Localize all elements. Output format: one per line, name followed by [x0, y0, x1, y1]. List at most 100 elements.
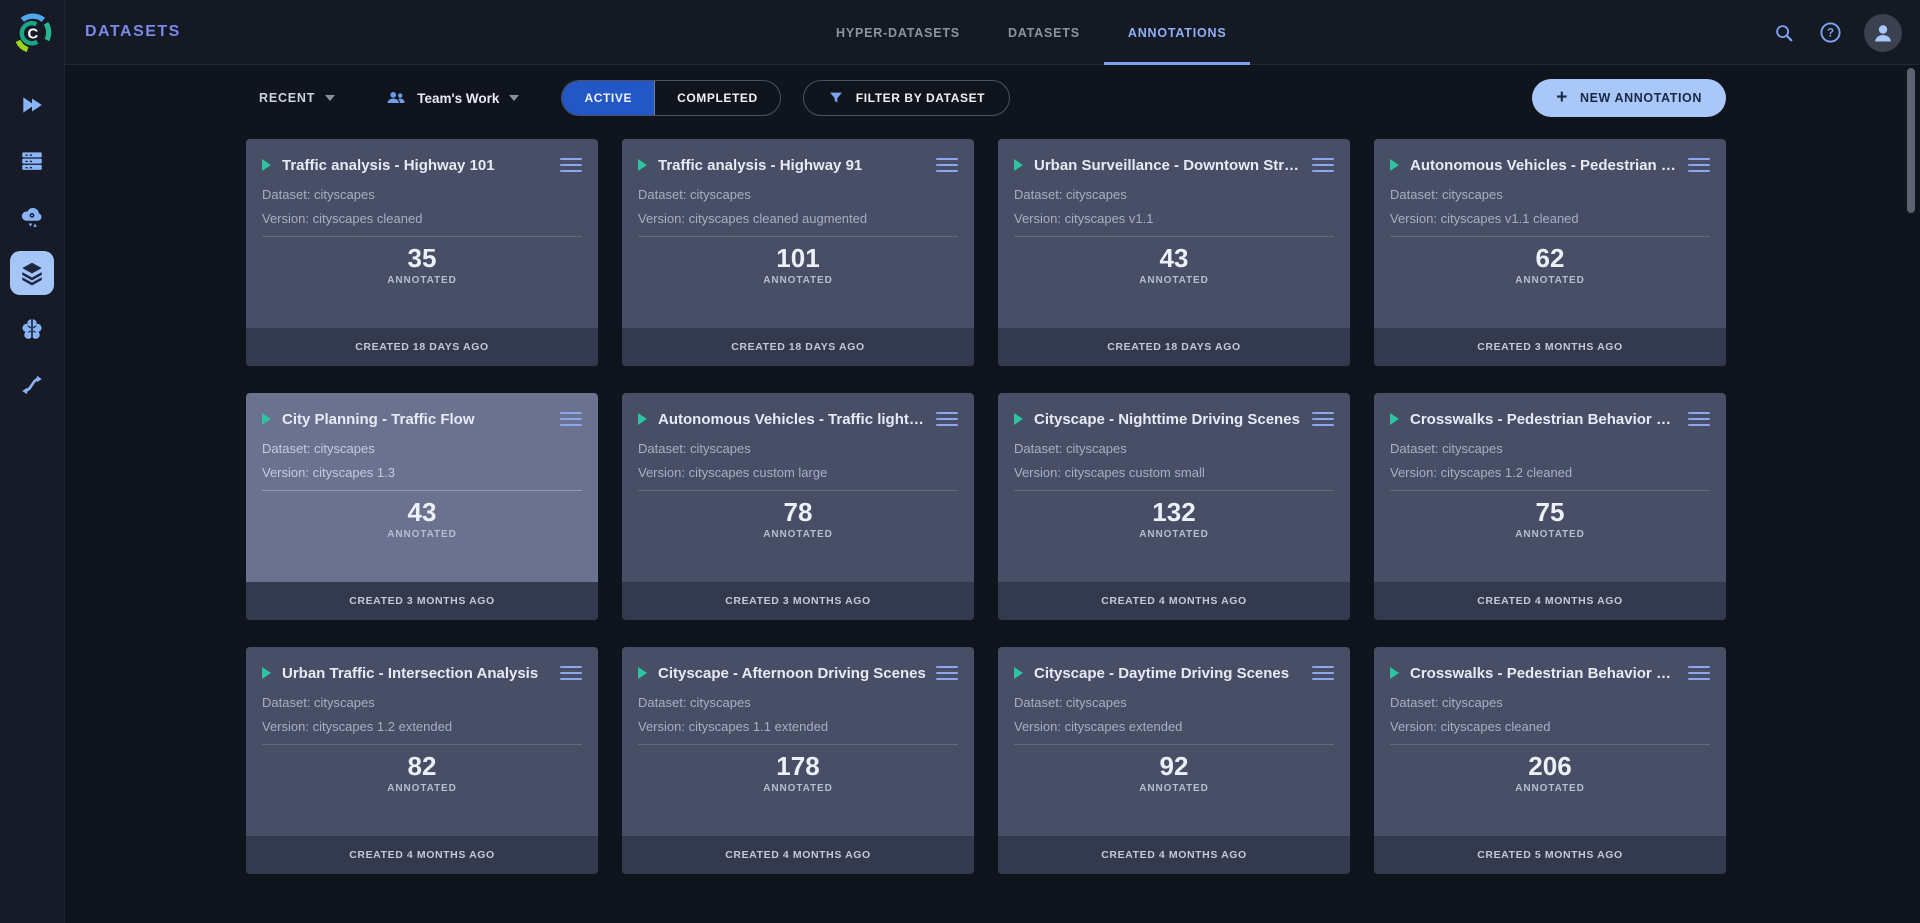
- annotation-card[interactable]: Traffic analysis - Highway 91 Dataset: c…: [622, 139, 974, 366]
- dataset-prefix: Dataset:: [1014, 695, 1062, 710]
- version-value: cityscapes custom small: [1065, 465, 1205, 480]
- card-version-line: Version: cityscapes v1.1 cleaned: [1390, 211, 1710, 226]
- annotation-card[interactable]: Cityscape - Afternoon Driving Scenes Dat…: [622, 647, 974, 874]
- card-menu-icon[interactable]: [560, 409, 582, 430]
- new-annotation-button[interactable]: + NEW ANNOTATION: [1532, 79, 1726, 117]
- play-icon: [638, 159, 647, 171]
- left-sidebar: [0, 65, 65, 923]
- card-menu-icon[interactable]: [1312, 409, 1334, 430]
- annotated-count: 78: [638, 497, 958, 527]
- card-title: Traffic analysis - Highway 101: [282, 157, 550, 174]
- clearml-logo-icon: C: [11, 12, 53, 54]
- card-menu-icon[interactable]: [1688, 663, 1710, 684]
- annotation-card[interactable]: Cityscape - Daytime Driving Scenes Datas…: [998, 647, 1350, 874]
- sort-label: RECENT: [259, 91, 315, 105]
- annotation-card[interactable]: Urban Traffic - Intersection Analysis Da…: [246, 647, 598, 874]
- annotated-label: ANNOTATED: [638, 529, 958, 540]
- annotation-card[interactable]: City Planning - Traffic Flow Dataset: ci…: [246, 393, 598, 620]
- tab-datasets[interactable]: DATASETS: [984, 0, 1104, 65]
- annotation-card[interactable]: Urban Surveillance - Downtown Stre… Data…: [998, 139, 1350, 366]
- card-menu-icon[interactable]: [560, 663, 582, 684]
- annotated-label: ANNOTATED: [1390, 783, 1710, 794]
- version-prefix: Version:: [638, 211, 685, 226]
- card-menu-icon[interactable]: [1688, 155, 1710, 176]
- models-icon: [19, 316, 45, 342]
- card-version-line: Version: cityscapes cleaned: [262, 211, 582, 226]
- sidebar-item-workers-queues[interactable]: [10, 139, 54, 183]
- sidebar-item-datasets[interactable]: [10, 251, 54, 295]
- card-divider: [1014, 490, 1334, 491]
- annotation-card[interactable]: Autonomous Vehicles - Traffic light … Da…: [622, 393, 974, 620]
- user-avatar[interactable]: [1864, 14, 1902, 52]
- annotated-label: ANNOTATED: [1014, 529, 1334, 540]
- card-menu-icon[interactable]: [936, 155, 958, 176]
- card-divider: [262, 236, 582, 237]
- plus-icon: +: [1556, 88, 1568, 107]
- pipelines-icon: [19, 372, 45, 398]
- card-stats: 75 ANNOTATED: [1390, 497, 1710, 540]
- sort-dropdown[interactable]: RECENT: [246, 91, 335, 105]
- version-prefix: Version:: [1014, 719, 1061, 734]
- annotation-card[interactable]: Crosswalks - Pedestrian Behavior P… Data…: [1374, 647, 1726, 874]
- app-logo[interactable]: C: [0, 0, 65, 65]
- card-header: Autonomous Vehicles - Pedestrian …: [1390, 152, 1710, 178]
- card-dataset-line: Dataset: cityscapes: [1014, 187, 1334, 202]
- card-stats: 82 ANNOTATED: [262, 751, 582, 794]
- card-created-footer: CREATED 3 MONTHS AGO: [622, 582, 974, 620]
- play-icon: [262, 667, 271, 679]
- card-title: Urban Traffic - Intersection Analysis: [282, 665, 550, 682]
- version-prefix: Version:: [262, 211, 309, 226]
- team-icon: [385, 87, 407, 109]
- card-divider: [638, 744, 958, 745]
- card-menu-icon[interactable]: [560, 155, 582, 176]
- scrollbar-thumb[interactable]: [1907, 68, 1915, 213]
- card-dataset-line: Dataset: cityscapes: [262, 441, 582, 456]
- card-title: Autonomous Vehicles - Traffic light …: [658, 411, 926, 428]
- play-icon: [1014, 667, 1023, 679]
- card-title: Crosswalks - Pedestrian Behavior P…: [1410, 665, 1678, 682]
- card-menu-icon[interactable]: [1312, 155, 1334, 176]
- card-menu-icon[interactable]: [1688, 409, 1710, 430]
- annotation-card[interactable]: Cityscape - Nighttime Driving Scenes Dat…: [998, 393, 1350, 620]
- sidebar-item-pipelines[interactable]: [10, 363, 54, 407]
- card-divider: [1390, 236, 1710, 237]
- sidebar-item-projects[interactable]: [10, 83, 54, 127]
- status-toggle: ACTIVE COMPLETED: [561, 80, 780, 116]
- filter-by-dataset-button[interactable]: FILTER BY DATASET: [803, 80, 1010, 116]
- tab-annotations[interactable]: ANNOTATIONS: [1104, 0, 1251, 65]
- sidebar-item-models[interactable]: [10, 307, 54, 351]
- version-prefix: Version:: [1390, 719, 1437, 734]
- card-header: Autonomous Vehicles - Traffic light …: [638, 406, 958, 432]
- card-title: Autonomous Vehicles - Pedestrian …: [1410, 157, 1678, 174]
- datasets-icon: [19, 260, 45, 286]
- scope-dropdown[interactable]: Team's Work: [385, 87, 519, 109]
- card-version-line: Version: cityscapes 1.1 extended: [638, 719, 958, 734]
- tab-hyper-datasets[interactable]: HYPER-DATASETS: [812, 0, 984, 65]
- help-icon[interactable]: ?: [1818, 21, 1842, 45]
- card-menu-icon[interactable]: [936, 663, 958, 684]
- card-menu-icon[interactable]: [936, 409, 958, 430]
- card-created-footer: CREATED 4 MONTHS AGO: [1374, 582, 1726, 620]
- toggle-completed[interactable]: COMPLETED: [654, 81, 780, 115]
- card-menu-icon[interactable]: [1312, 663, 1334, 684]
- play-icon: [638, 413, 647, 425]
- play-icon: [1014, 159, 1023, 171]
- annotation-card[interactable]: Traffic analysis - Highway 101 Dataset: …: [246, 139, 598, 366]
- card-header: City Planning - Traffic Flow: [262, 406, 582, 432]
- search-icon[interactable]: [1772, 21, 1796, 45]
- sidebar-item-applications[interactable]: [10, 195, 54, 239]
- version-value: cityscapes cleaned: [313, 211, 423, 226]
- toolbar: RECENT Team's Work ACTIVE COMPLETED FILT…: [246, 78, 1726, 118]
- dataset-prefix: Dataset:: [638, 695, 686, 710]
- version-prefix: Version:: [1390, 465, 1437, 480]
- card-divider: [262, 490, 582, 491]
- annotation-card[interactable]: Autonomous Vehicles - Pedestrian … Datas…: [1374, 139, 1726, 366]
- annotated-count: 101: [638, 243, 958, 273]
- annotated-count: 206: [1390, 751, 1710, 781]
- card-stats: 62 ANNOTATED: [1390, 243, 1710, 286]
- toggle-active[interactable]: ACTIVE: [562, 81, 654, 115]
- dataset-value: cityscapes: [690, 187, 751, 202]
- card-created-footer: CREATED 4 MONTHS AGO: [246, 836, 598, 874]
- annotated-count: 82: [262, 751, 582, 781]
- annotation-card[interactable]: Crosswalks - Pedestrian Behavior P… Data…: [1374, 393, 1726, 620]
